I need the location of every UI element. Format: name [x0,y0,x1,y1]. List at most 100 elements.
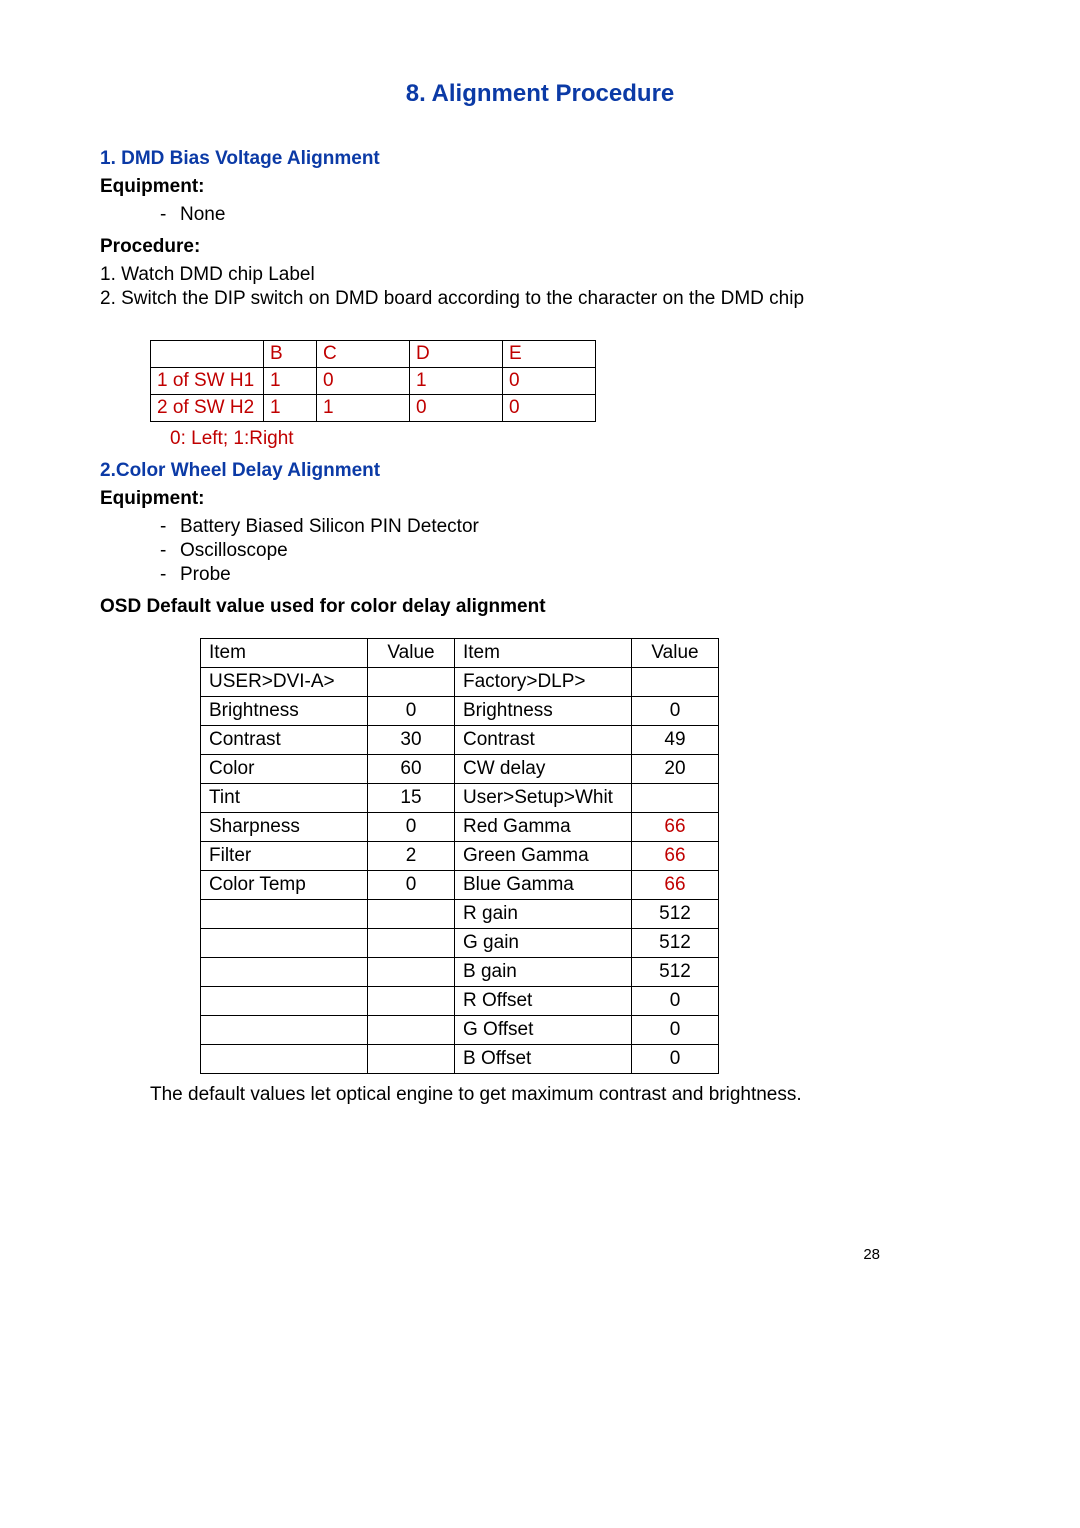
table-cell: 0 [503,395,596,422]
equipment-list-1: -None [100,204,980,226]
table-cell: 66 [632,813,719,842]
table-cell [368,1045,455,1074]
table-cell: Tint [201,784,368,813]
table-cell [151,341,264,368]
equipment-item: None [180,204,225,226]
table-cell: USER>DVI-A> [201,668,368,697]
equipment-list-2: -Battery Biased Silicon PIN Detector -Os… [100,516,980,586]
table-cell: C [317,341,410,368]
dip-table-note: 0: Left; 1:Right [170,428,980,450]
table-cell [632,668,719,697]
table-row: Filter2Green Gamma66 [201,842,719,871]
table-cell: B [264,341,317,368]
table-cell: Brightness [455,697,632,726]
table-row: B Offset0 [201,1045,719,1074]
equipment-label-1: Equipment: [100,176,980,198]
table-cell [632,784,719,813]
table-cell: Green Gamma [455,842,632,871]
table-cell: 66 [632,871,719,900]
table-row: 1 of SW H1 1 0 1 0 [151,368,596,395]
page-title: 8. Alignment Procedure [100,80,980,108]
table-cell: CW delay [455,755,632,784]
table-cell: 0 [632,697,719,726]
table-cell: Blue Gamma [455,871,632,900]
table-cell: 512 [632,929,719,958]
table-cell [201,987,368,1016]
page-number: 28 [863,1246,880,1263]
table-row: Color Temp0Blue Gamma66 [201,871,719,900]
table-cell [201,929,368,958]
table-row: Tint15User>Setup>Whit [201,784,719,813]
table-row: Contrast30Contrast49 [201,726,719,755]
list-item: -Battery Biased Silicon PIN Detector [160,516,980,538]
table-cell: Filter [201,842,368,871]
table-cell: Contrast [455,726,632,755]
dip-switch-table: B C D E 1 of SW H1 1 0 1 0 2 of SW H2 1 … [150,340,596,422]
footer-note: The default values let optical engine to… [150,1084,980,1106]
table-cell: 0 [632,1016,719,1045]
table-cell: 60 [368,755,455,784]
table-cell: 1 [264,368,317,395]
table-cell: 20 [632,755,719,784]
table-cell [368,1016,455,1045]
table-cell: 1 of SW H1 [151,368,264,395]
table-row: 2 of SW H2 1 1 0 0 [151,395,596,422]
list-item: -None [160,204,980,226]
procedure-step: 2. Switch the DIP switch on DMD board ac… [100,288,980,310]
table-cell: Color [201,755,368,784]
table-cell: 0 [368,813,455,842]
table-cell [368,900,455,929]
table-cell: G Offset [455,1016,632,1045]
equipment-label-2: Equipment: [100,488,980,510]
table-cell: 15 [368,784,455,813]
table-cell: Value [632,639,719,668]
table-cell: R gain [455,900,632,929]
equipment-item: Oscilloscope [180,540,288,562]
table-cell: 0 [317,368,410,395]
osd-default-table: Item Value Item Value USER>DVI-A>Factory… [200,638,719,1074]
table-row: G gain512 [201,929,719,958]
table-row: Brightness0Brightness0 [201,697,719,726]
list-item: -Oscilloscope [160,540,980,562]
table-cell: 49 [632,726,719,755]
table-cell: 512 [632,900,719,929]
table-cell: Item [455,639,632,668]
table-cell [201,1016,368,1045]
table-cell [368,929,455,958]
equipment-item: Probe [180,564,231,586]
table-cell [201,900,368,929]
procedure-label: Procedure: [100,236,980,258]
table-cell: R Offset [455,987,632,1016]
table-cell: Sharpness [201,813,368,842]
table-cell: B Offset [455,1045,632,1074]
table-cell: 0 [632,1045,719,1074]
table-cell: 0 [368,871,455,900]
table-cell: 2 of SW H2 [151,395,264,422]
table-cell: B gain [455,958,632,987]
table-row: Item Value Item Value [201,639,719,668]
table-cell: 512 [632,958,719,987]
table-cell: Color Temp [201,871,368,900]
table-cell [368,958,455,987]
table-cell: 1 [317,395,410,422]
table-cell: 30 [368,726,455,755]
equipment-item: Battery Biased Silicon PIN Detector [180,516,479,538]
table-cell: Red Gamma [455,813,632,842]
table-cell: 0 [368,697,455,726]
table-cell: Contrast [201,726,368,755]
table-row: B gain512 [201,958,719,987]
list-item: -Probe [160,564,980,586]
table-row: USER>DVI-A>Factory>DLP> [201,668,719,697]
table-cell: 66 [632,842,719,871]
table-row: Color60CW delay20 [201,755,719,784]
table-cell [201,958,368,987]
table-row: R gain512 [201,900,719,929]
table-cell: D [410,341,503,368]
table-cell: 0 [503,368,596,395]
table-row: Sharpness0Red Gamma66 [201,813,719,842]
table-cell: 1 [410,368,503,395]
table-cell: G gain [455,929,632,958]
table-cell [368,987,455,1016]
table-cell: Value [368,639,455,668]
section-2-heading: 2.Color Wheel Delay Alignment [100,460,980,482]
